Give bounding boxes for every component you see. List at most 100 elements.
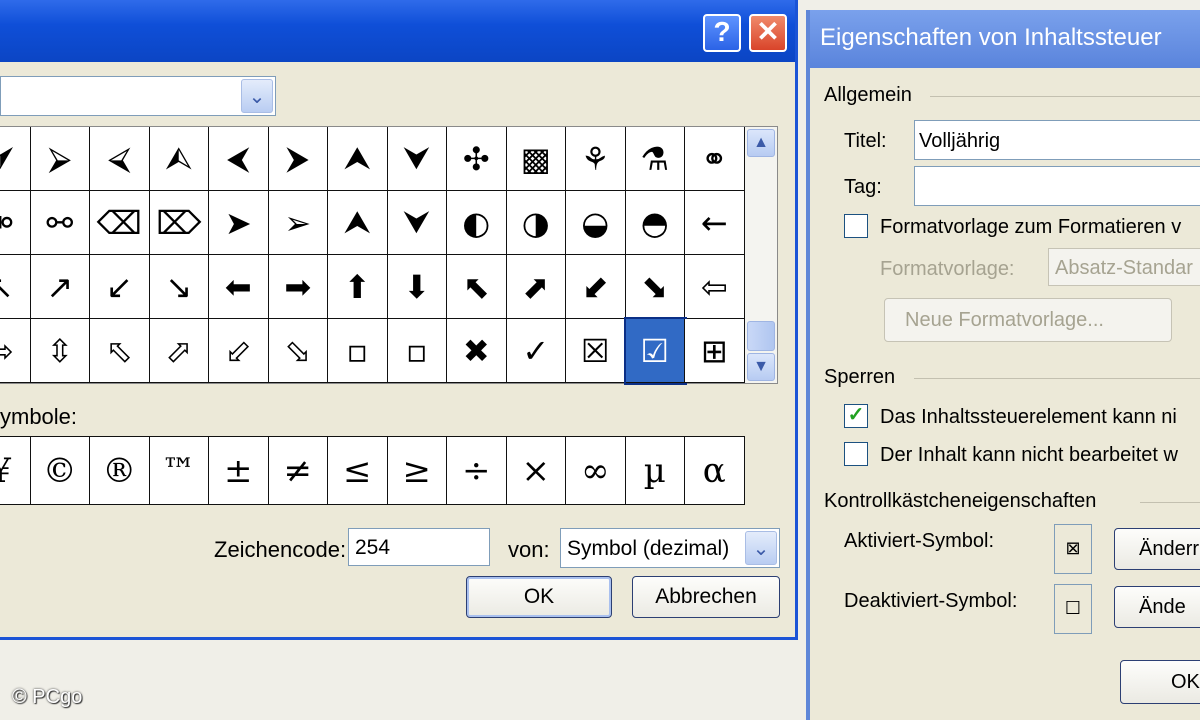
format-checkbox[interactable] xyxy=(844,214,868,238)
symbol-cell[interactable]: ◑ xyxy=(506,191,566,255)
symbol-cell[interactable]: ✣ xyxy=(447,127,507,191)
unchecked-symbol-preview: ☐ xyxy=(1054,584,1092,634)
symbol-cell[interactable]: ➢ xyxy=(268,191,328,255)
divider xyxy=(930,96,1200,97)
tag-input[interactable] xyxy=(914,166,1200,206)
symbol-cell[interactable]: ⬅ xyxy=(209,255,269,319)
symbol-cell[interactable]: ↙ xyxy=(90,255,150,319)
close-button[interactable]: ✕ xyxy=(749,14,787,52)
lock-content-label: Der Inhalt kann nicht bearbeitet w xyxy=(880,444,1178,466)
checked-symbol-preview: ⊠ xyxy=(1054,524,1092,574)
symbol-cell[interactable]: ⮟ xyxy=(387,127,447,191)
general-group-label: Allgemein xyxy=(824,84,912,106)
charcode-input[interactable]: 254 xyxy=(348,528,490,566)
symbol-cell[interactable]: ⬈ xyxy=(506,255,566,319)
recent-symbol-cell[interactable]: ≥ xyxy=(386,437,446,505)
recent-symbol-cell[interactable]: α xyxy=(684,437,744,505)
symbol-cell[interactable]: ⚮ xyxy=(0,191,31,255)
symbol-cell[interactable]: ↗ xyxy=(30,255,90,319)
symbol-cell[interactable]: ✓ xyxy=(506,319,566,383)
symbol-cell[interactable]: ⬂ xyxy=(268,319,328,383)
change-checked-symbol-button[interactable]: Änderr xyxy=(1114,528,1200,570)
symbol-cell[interactable]: ⚗ xyxy=(625,127,685,191)
scroll-down-icon[interactable]: ▼ xyxy=(747,353,775,381)
symbol-cell[interactable]: ⇳ xyxy=(30,319,90,383)
symbol-cell[interactable]: ⇦ xyxy=(685,255,745,319)
symbol-cell[interactable]: ⇨ xyxy=(0,319,31,383)
symbol-cell[interactable]: ⮜ xyxy=(209,127,269,191)
symbol-cell[interactable]: ⮟ xyxy=(387,191,447,255)
symbol-cell[interactable]: ↖ xyxy=(0,255,31,319)
symbol-cell[interactable]: ← xyxy=(685,191,745,255)
chevron-down-icon[interactable]: ⌄ xyxy=(745,531,777,565)
recent-symbol-cell[interactable]: µ xyxy=(624,437,684,505)
cancel-button[interactable]: Abbrechen xyxy=(632,576,780,618)
symbol-cell[interactable]: ⚯ xyxy=(30,191,90,255)
symbol-cell[interactable]: ⮚ xyxy=(30,127,90,191)
symbol-cell[interactable]: ▫ xyxy=(328,319,388,383)
lock-control-checkbox[interactable]: ✓ xyxy=(844,404,868,428)
symbol-cell[interactable]: ☒ xyxy=(566,319,626,383)
unchecked-symbol-label: Deaktiviert-Symbol: xyxy=(844,590,1018,612)
checked-symbol-label: Aktiviert-Symbol: xyxy=(844,530,995,552)
title-input[interactable]: Volljährig xyxy=(914,120,1200,160)
from-select[interactable]: Symbol (dezimal) ⌄ xyxy=(560,528,780,568)
scroll-thumb[interactable] xyxy=(747,321,775,351)
symbol-cell[interactable]: ⮘ xyxy=(90,127,150,191)
format-style-select[interactable]: Absatz-Standar xyxy=(1048,248,1200,286)
symbol-cell[interactable]: ⌫ xyxy=(90,191,150,255)
symbol-cell[interactable]: ⬇ xyxy=(387,255,447,319)
symbol-dialog-titlebar: ? ✕ xyxy=(0,0,795,62)
recent-symbol-cell[interactable]: ™ xyxy=(148,437,208,505)
symbol-cell[interactable]: ◓ xyxy=(625,191,685,255)
symbol-cell[interactable]: ✖ xyxy=(447,319,507,383)
title-label: Titel: xyxy=(844,130,887,152)
recent-symbol-cell[interactable]: ® xyxy=(89,437,149,505)
symbol-cell[interactable]: ➡ xyxy=(268,255,328,319)
symbol-cell[interactable]: ▩ xyxy=(506,127,566,191)
symbol-cell[interactable]: ⬉ xyxy=(447,255,507,319)
recent-symbol-cell[interactable]: ¥ xyxy=(0,437,30,505)
recent-symbol-cell[interactable]: × xyxy=(505,437,565,505)
symbol-cell[interactable]: ⌦ xyxy=(149,191,209,255)
lock-content-checkbox[interactable] xyxy=(844,442,868,466)
symbol-cell[interactable]: ⬆ xyxy=(328,255,388,319)
symbol-cell[interactable]: ◒ xyxy=(566,191,626,255)
symbol-cell[interactable]: ↘ xyxy=(149,255,209,319)
symbol-grid-scrollbar[interactable]: ▲ ▼ xyxy=(745,127,777,383)
symbol-cell[interactable]: ⮞ xyxy=(268,127,328,191)
symbol-cell[interactable]: ⬀ xyxy=(149,319,209,383)
symbol-cell[interactable]: ⮝ xyxy=(328,127,388,191)
help-button[interactable]: ? xyxy=(703,14,741,52)
symbol-cell[interactable]: ⮝ xyxy=(328,191,388,255)
checkbox-props-group-label: Kontrollkästcheneigenschaften xyxy=(824,490,1097,512)
new-style-button[interactable]: Neue Formatvorlage... xyxy=(884,298,1172,342)
symbol-cell[interactable]: ⚘ xyxy=(566,127,626,191)
recent-symbol-cell[interactable]: ≤ xyxy=(327,437,387,505)
symbol-cell[interactable]: ▫ xyxy=(387,319,447,383)
symbol-cell[interactable]: ⚭ xyxy=(685,127,745,191)
scroll-up-icon[interactable]: ▲ xyxy=(747,129,775,157)
chevron-down-icon[interactable]: ⌄ xyxy=(241,79,273,113)
recent-symbol-cell[interactable]: ÷ xyxy=(446,437,506,505)
change-unchecked-symbol-button[interactable]: Ände xyxy=(1114,586,1200,628)
symbol-cell[interactable]: ⊞ xyxy=(685,319,745,383)
symbol-cell[interactable]: ⬋ xyxy=(566,255,626,319)
recent-symbols-grid: ¥ © ® ™ ± ≠ ≤ ≥ ÷ × ∞ µ α xyxy=(0,436,745,505)
symbol-cell[interactable]: ☑ xyxy=(623,317,687,385)
properties-dialog: Eigenschaften von Inhaltssteuer Allgemei… xyxy=(806,10,1200,720)
symbol-cell[interactable]: ⬁ xyxy=(90,319,150,383)
symbol-cell[interactable]: ⮛ xyxy=(0,127,31,191)
symbol-cell[interactable]: ◐ xyxy=(447,191,507,255)
font-select[interactable]: ⌄ xyxy=(0,76,276,116)
recent-symbol-cell[interactable]: ± xyxy=(208,437,268,505)
symbol-cell[interactable]: ⮙ xyxy=(149,127,209,191)
recent-symbol-cell[interactable]: © xyxy=(29,437,89,505)
symbol-cell[interactable]: ⬊ xyxy=(625,255,685,319)
ok-button[interactable]: OK xyxy=(466,576,612,618)
properties-ok-button[interactable]: OK xyxy=(1120,660,1200,704)
symbol-cell[interactable]: ⬃ xyxy=(209,319,269,383)
symbol-cell[interactable]: ➤ xyxy=(209,191,269,255)
recent-symbol-cell[interactable]: ≠ xyxy=(267,437,327,505)
recent-symbol-cell[interactable]: ∞ xyxy=(565,437,625,505)
